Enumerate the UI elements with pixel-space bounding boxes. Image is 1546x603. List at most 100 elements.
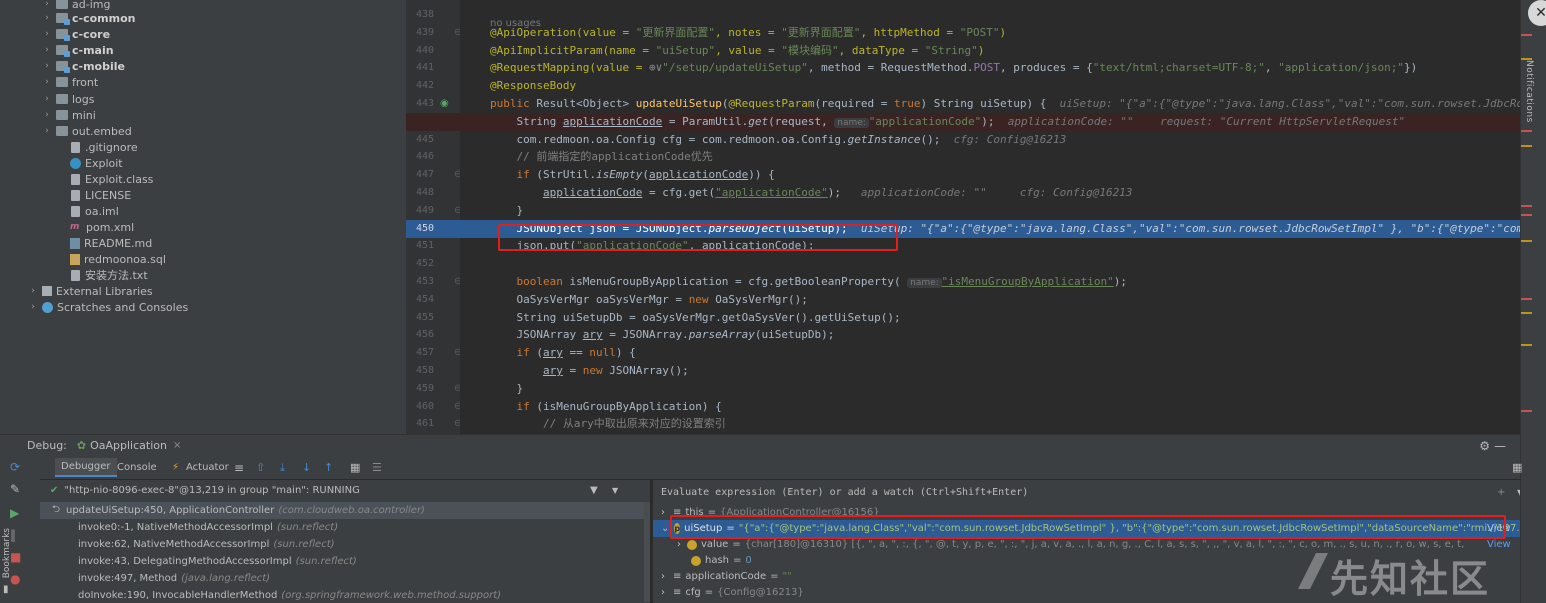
- line-number[interactable]: 453: [406, 273, 434, 291]
- line-number[interactable]: 458: [406, 362, 434, 380]
- wrench-icon[interactable]: ✎: [10, 482, 20, 496]
- tree-item[interactable]: › front: [42, 74, 98, 90]
- chevron-right-icon[interactable]: ›: [28, 286, 38, 296]
- line-number[interactable]: 441: [406, 59, 434, 77]
- tree-item[interactable]: › External Libraries: [28, 283, 152, 299]
- line-number[interactable]: 461: [406, 415, 434, 433]
- code-line[interactable]: // 前端指定的applicationCode优先: [490, 148, 712, 166]
- tree-item[interactable]: Exploit.class: [56, 171, 153, 187]
- tree-item[interactable]: › mini: [42, 107, 96, 123]
- chevron-right-icon[interactable]: ›: [42, 94, 52, 104]
- step-into-icon[interactable]: ↓: [302, 461, 311, 474]
- line-number[interactable]: 455: [406, 309, 434, 327]
- code-line[interactable]: }: [490, 380, 523, 398]
- chevron-right-icon[interactable]: ›: [42, 126, 52, 136]
- line-number[interactable]: 459: [406, 380, 434, 398]
- tree-item[interactable]: oa.iml: [56, 203, 119, 219]
- collapse-panel-icon[interactable]: —: [1494, 439, 1506, 453]
- show-execution-point-icon[interactable]: ⇧: [256, 461, 265, 474]
- line-number[interactable]: 442: [406, 77, 434, 95]
- tree-item[interactable]: Exploit: [56, 155, 123, 171]
- code-line[interactable]: @ApiOperation(value = "更新界面配置", notes = …: [490, 24, 1006, 42]
- chevron-right-icon[interactable]: ›: [42, 29, 52, 39]
- thread-selector[interactable]: ✔ "http-nio-8096-exec-8"@13,219 in group…: [40, 482, 650, 499]
- chevron-right-icon[interactable]: ›: [28, 302, 38, 312]
- code-line[interactable]: com.redmoon.oa.Config cfg = com.redmoon.…: [490, 131, 1066, 149]
- line-number[interactable]: 450: [406, 219, 460, 238]
- code-line[interactable]: String uiSetupDb = oaSysVerMgr.getOaSysV…: [490, 309, 900, 327]
- code-line[interactable]: boolean isMenuGroupByApplication = cfg.g…: [490, 273, 1127, 291]
- line-number[interactable]: 447: [406, 166, 434, 184]
- line-number[interactable]: 443: [406, 95, 434, 113]
- code-line[interactable]: @RequestMapping(value = ⊕∨"/setup/update…: [490, 59, 1417, 77]
- step-over-icon[interactable]: ⤓: [280, 461, 285, 475]
- expand-arrow-icon[interactable]: ›: [661, 507, 665, 518]
- stack-frame[interactable]: doInvoke:190, InvocableHandlerMethod (org…: [40, 587, 650, 603]
- code-line[interactable]: @ResponseBody: [490, 77, 576, 95]
- layout-menu-icon[interactable]: ≡: [234, 461, 244, 475]
- code-line[interactable]: if (isMenuGroupByApplication) {: [490, 398, 721, 416]
- tree-item[interactable]: › c-main: [42, 42, 114, 58]
- chevron-right-icon[interactable]: ›: [42, 45, 52, 55]
- line-number[interactable]: 457: [406, 344, 434, 362]
- line-number[interactable]: 446: [406, 148, 434, 166]
- gear-icon[interactable]: ⚙: [1479, 439, 1490, 453]
- code-line[interactable]: String applicationCode = ParamUtil.get(r…: [490, 113, 1405, 131]
- line-number[interactable]: 460: [406, 398, 434, 416]
- expand-arrow-icon[interactable]: ›: [677, 539, 681, 550]
- line-number[interactable]: 454: [406, 291, 434, 309]
- evaluate-expression-input[interactable]: Evaluate expression (Enter) or add a wat…: [653, 482, 1520, 502]
- stack-frame[interactable]: invoke:62, NativeMethodAccessorImpl (sun.…: [40, 536, 650, 553]
- tree-item[interactable]: › c-mobile: [42, 58, 125, 74]
- code-editor[interactable]: no usages @ApiOperation(value = "更新界面配置"…: [460, 0, 1520, 434]
- resume-icon[interactable]: ⟳: [10, 460, 20, 474]
- stack-frame[interactable]: invoke0:-1, NativeMethodAccessorImpl (sun…: [40, 519, 650, 536]
- stack-frame[interactable]: invoke:497, Method (java.lang.reflect): [40, 570, 650, 587]
- tree-item[interactable]: › c-core: [42, 26, 110, 42]
- filter-icon[interactable]: ▼: [590, 485, 598, 496]
- line-number[interactable]: 456: [406, 326, 434, 344]
- code-line[interactable]: // 从ary中取出原来对应的设置索引: [490, 415, 726, 433]
- notifications-tool-label[interactable]: Notifications: [1524, 60, 1534, 123]
- tree-item[interactable]: m pom.xml: [56, 219, 134, 235]
- tree-item[interactable]: › c-common: [42, 10, 135, 26]
- line-number[interactable]: 440: [406, 42, 434, 60]
- frames-scrollbar[interactable]: [644, 502, 650, 602]
- tree-item[interactable]: › logs: [42, 91, 94, 107]
- evaluate-icon[interactable]: ▦: [350, 461, 360, 474]
- tree-item[interactable]: › out.embed: [42, 123, 132, 139]
- stack-frame[interactable]: invoke:43, DelegatingMethodAccessorImpl(…: [40, 553, 650, 570]
- step-out-icon[interactable]: ↑: [324, 461, 333, 474]
- tree-item[interactable]: LICENSE: [56, 187, 131, 203]
- code-line[interactable]: applicationCode = cfg.get("applicationCo…: [490, 184, 1132, 202]
- expand-arrow-icon[interactable]: ›: [661, 571, 665, 582]
- line-number[interactable]: 439: [406, 24, 434, 42]
- chevron-right-icon[interactable]: ›: [42, 77, 52, 87]
- tab-debugger[interactable]: Debugger: [55, 458, 117, 477]
- expand-arrow-icon[interactable]: ›: [661, 587, 665, 598]
- bookmarks-tool-label[interactable]: Bookmarks: [2, 528, 12, 578]
- tree-item[interactable]: redmoonoa.sql: [56, 251, 166, 267]
- code-line[interactable]: }: [490, 202, 523, 220]
- tab-actuator[interactable]: Actuator: [186, 462, 229, 473]
- code-line[interactable]: ary = new JSONArray();: [490, 362, 689, 380]
- tree-item[interactable]: 安装方法.txt: [56, 267, 148, 283]
- line-number[interactable]: 452: [406, 255, 434, 273]
- layout-icon[interactable]: ▦: [1512, 461, 1522, 474]
- line-number[interactable]: 438: [406, 6, 434, 24]
- code-line[interactable]: OaSysVerMgr oaSysVerMgr = new OaSysVerMg…: [490, 291, 807, 309]
- code-line[interactable]: public Result<Object> updateUiSetup(@Req…: [490, 95, 1520, 113]
- chevron-right-icon[interactable]: ›: [42, 0, 52, 9]
- code-line[interactable]: @ApiImplicitParam(name = "uiSetup", valu…: [490, 42, 984, 60]
- expand-arrow-icon[interactable]: ⌄: [661, 523, 669, 534]
- trace-icon[interactable]: ☰: [372, 461, 382, 474]
- tree-item[interactable]: .gitignore: [56, 139, 138, 155]
- stack-frame[interactable]: ⮌ updateUiSetup:450, ApplicationControlle…: [40, 502, 650, 519]
- view-link[interactable]: View: [1487, 539, 1511, 550]
- chevron-down-icon[interactable]: ▼: [1517, 488, 1520, 497]
- line-number[interactable]: 445: [406, 131, 434, 149]
- chevron-right-icon[interactable]: ›: [42, 110, 52, 120]
- line-number[interactable]: 448: [406, 184, 434, 202]
- tab-oaapplication[interactable]: OaApplication: [90, 439, 167, 452]
- tree-item[interactable]: README.md: [56, 235, 152, 251]
